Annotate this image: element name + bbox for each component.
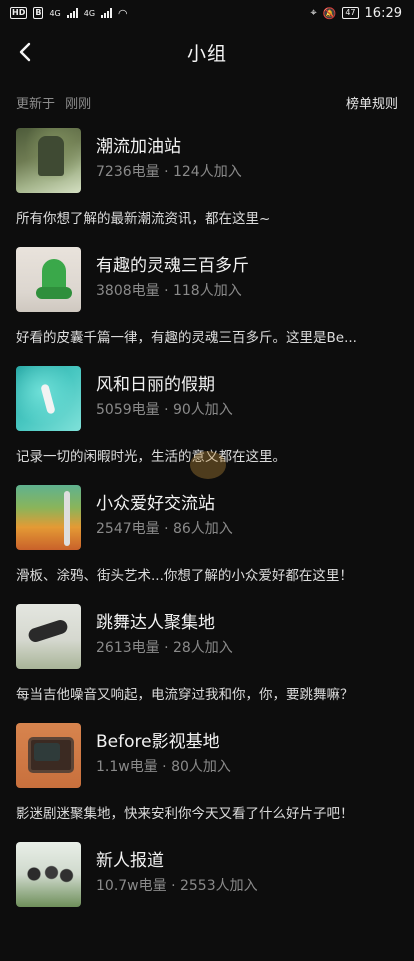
rules-link[interactable]: 榜单规则	[346, 93, 398, 112]
group-description: 好看的皮囊千篇一律，有趣的灵魂三百多斤。这里是Be...	[16, 330, 357, 346]
network-label-2: 4G	[83, 8, 96, 18]
update-label: 更新于	[16, 96, 56, 112]
group-item[interactable]: Before影视基地 1.1w电量 · 80人加入 影迷剧迷聚集地，快来安利你今…	[16, 723, 398, 842]
group-thumbnail	[16, 247, 81, 312]
group-description: 每当吉他噪音又响起，电流穿过我和你，你，要跳舞嘛？	[16, 687, 354, 703]
hd-indicator: HD	[10, 7, 28, 19]
group-item[interactable]: 新人报道 10.7w电量 · 2553人加入	[16, 842, 398, 961]
status-bar: HD B 4G 4G ◠ ⌖ 🔕 47 16:29	[0, 0, 414, 26]
group-stats: 10.7w电量 · 2553人加入	[96, 878, 258, 894]
group-item[interactable]: 小众爱好交流站 2547电量 · 86人加入 滑板、涂鸦、街头艺术...你想了解…	[16, 485, 398, 604]
group-name: 新人报道	[96, 851, 164, 871]
group-description: 所有你想了解的最新潮流资讯，都在这里~	[16, 211, 271, 227]
group-item[interactable]: 跳舞达人聚集地 2613电量 · 28人加入 每当吉他噪音又响起，电流穿过我和你…	[16, 604, 398, 723]
mute-bell-icon: 🔕	[322, 6, 337, 20]
group-list: 潮流加油站 7236电量 · 124人加入 所有你想了解的最新潮流资讯，都在这里…	[0, 128, 414, 961]
battery-icon: 47	[342, 7, 359, 19]
group-thumbnail	[16, 366, 81, 431]
page-title: 小组	[186, 42, 227, 65]
group-stats: 2613电量 · 28人加入	[96, 640, 233, 656]
group-description: 滑板、涂鸦、街头艺术...你想了解的小众爱好都在这里！	[16, 568, 353, 584]
group-thumbnail	[16, 723, 81, 788]
group-stats: 1.1w电量 · 80人加入	[96, 759, 231, 775]
header: 小组	[0, 26, 414, 78]
b-indicator: B	[33, 7, 44, 19]
status-left: HD B 4G 4G ◠	[10, 7, 128, 20]
status-right: ⌖ 🔕 47 16:29	[310, 6, 402, 21]
network-label-1: 4G	[49, 8, 61, 18]
update-value: 刚刚	[65, 96, 92, 112]
status-time: 16:29	[364, 5, 402, 21]
location-icon: ⌖	[310, 6, 317, 19]
group-stats: 5059电量 · 90人加入	[96, 402, 233, 418]
group-thumbnail	[16, 485, 81, 550]
group-name: 有趣的灵魂三百多斤	[96, 256, 249, 276]
group-stats: 3808电量 · 118人加入	[96, 283, 242, 299]
update-info: 更新于 刚刚	[16, 93, 91, 112]
group-stats: 7236电量 · 124人加入	[96, 164, 242, 180]
group-name: Before影视基地	[96, 732, 220, 752]
group-stats: 2547电量 · 86人加入	[96, 521, 233, 537]
signal-icon-2	[101, 8, 113, 18]
group-description: 影迷剧迷聚集地，快来安利你今天又看了什么好片子吧！	[16, 806, 354, 822]
subheader: 更新于 刚刚 榜单规则	[0, 88, 414, 116]
battery-level: 47	[345, 8, 356, 17]
group-item[interactable]: 潮流加油站 7236电量 · 124人加入 所有你想了解的最新潮流资讯，都在这里…	[16, 128, 398, 247]
group-thumbnail	[16, 842, 81, 907]
group-item[interactable]: 有趣的灵魂三百多斤 3808电量 · 118人加入 好看的皮囊千篇一律，有趣的灵…	[16, 247, 398, 366]
group-name: 跳舞达人聚集地	[96, 613, 215, 633]
group-name: 小众爱好交流站	[96, 494, 215, 514]
group-thumbnail	[16, 604, 81, 669]
group-thumbnail	[16, 128, 81, 193]
back-button[interactable]	[14, 40, 38, 64]
floating-helper-icon[interactable]	[190, 451, 226, 479]
group-name: 风和日丽的假期	[96, 375, 215, 395]
group-name: 潮流加油站	[96, 137, 181, 157]
signal-icon	[66, 8, 78, 18]
chevron-left-icon	[19, 42, 31, 62]
wifi-icon: ◠	[118, 6, 128, 20]
